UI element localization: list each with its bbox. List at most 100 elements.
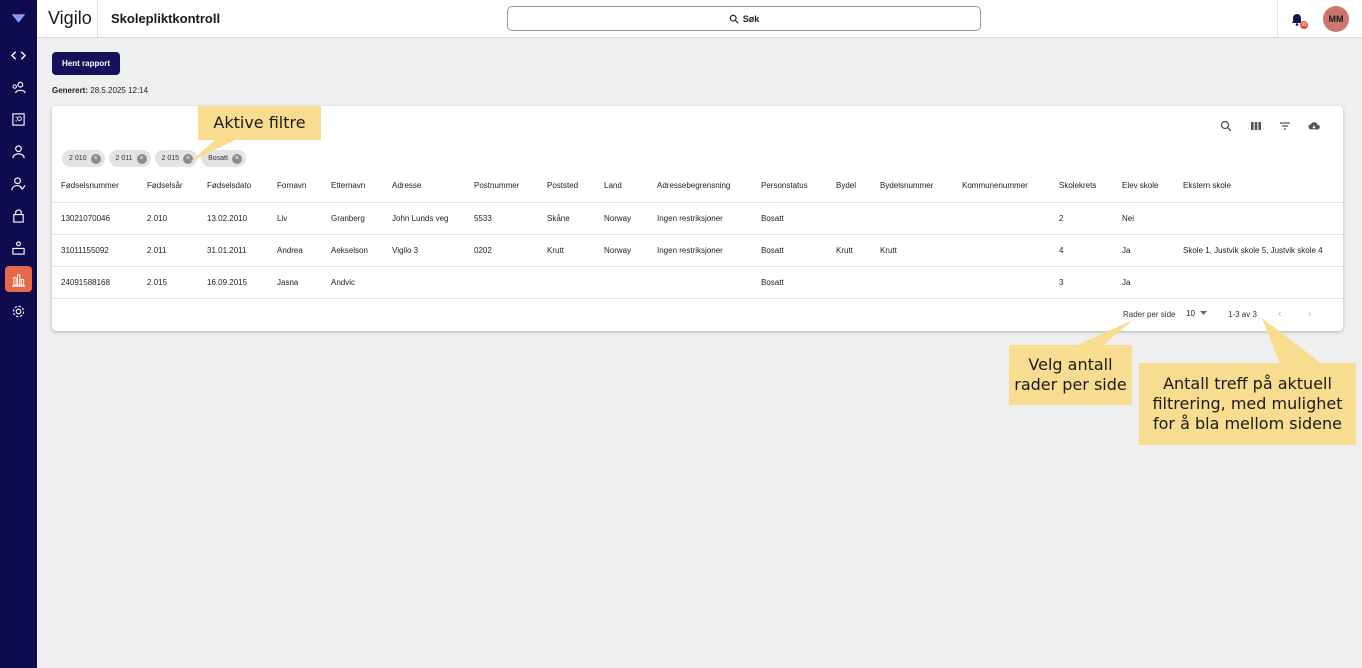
table-cell: Vigilo 3 [392, 233, 474, 266]
table-cell: Krutt [880, 233, 962, 266]
column-header[interactable]: Poststed [547, 170, 604, 202]
column-header[interactable]: Personstatus [761, 170, 836, 202]
table-cell: 2 015 [147, 265, 207, 299]
next-page-icon[interactable]: › [1308, 308, 1312, 320]
search-label: Søk [742, 13, 760, 24]
sidebar-item-users[interactable] [5, 74, 32, 100]
column-header[interactable]: Bydelsnummer [880, 170, 962, 202]
rows-per-page-label: Rader per side [1123, 310, 1176, 319]
view-columns-icon [1251, 122, 1261, 130]
table-cell [657, 265, 761, 299]
column-header[interactable]: Fødselsnummer [52, 170, 147, 202]
bar-chart-icon [11, 273, 26, 287]
table-row[interactable]: 31011155092 2 011 31.01.2011 Andrea Aeks… [52, 233, 1343, 266]
search-button[interactable]: Søk [507, 6, 981, 31]
callout-rows-per-page: Velg antall rader per side [1009, 345, 1132, 405]
chip-remove-icon[interactable]: × [90, 153, 101, 164]
table-cell [392, 265, 474, 299]
filter-chip[interactable]: Bosatt × [201, 150, 246, 167]
sidebar-item-lock[interactable] [5, 202, 32, 228]
table-cell: Krutt [547, 233, 604, 266]
table-cell: Andvic [331, 265, 392, 299]
filter-button[interactable] [1278, 119, 1292, 133]
sidebar-item-settings[interactable] [5, 298, 32, 324]
filter-chip[interactable]: 2 011 × [108, 150, 151, 167]
column-header[interactable]: Postnummer [474, 170, 547, 202]
sidebar-item-attendance[interactable] [5, 106, 32, 132]
column-header[interactable]: Skolekrets [1059, 170, 1122, 202]
table-cell [962, 201, 1059, 234]
gear-icon [12, 305, 25, 317]
column-header[interactable]: Bydel [836, 170, 880, 202]
generated-label: Generert: [52, 86, 89, 95]
caret-down-icon [1199, 311, 1207, 315]
table-cell [880, 201, 962, 234]
table-cell: 31011155092 [52, 233, 147, 266]
filter-chip[interactable]: 2 010 × [62, 150, 105, 167]
sidebar-item-podium[interactable] [5, 234, 32, 260]
table-cell: Bosatt [761, 265, 836, 299]
filter-chip[interactable]: 2 015 × [154, 150, 198, 167]
table-cell: Nei [1122, 201, 1183, 234]
chip-remove-icon[interactable]: × [136, 153, 147, 164]
users-icon [12, 81, 26, 93]
sidebar-item-code[interactable] [5, 42, 32, 68]
table-cell [1183, 265, 1343, 299]
filter-chip-label: 2 011 [115, 155, 133, 162]
download-button[interactable] [1307, 119, 1321, 133]
table-row[interactable]: 24091588168 2 015 16.09.2015 Jasna Andvi… [52, 265, 1343, 299]
generated-value: 28.5.2025 12:14 [90, 86, 149, 95]
column-header[interactable]: Adressebegrensning [657, 170, 761, 202]
table-search-button[interactable] [1219, 119, 1233, 133]
table-cell: 16.09.2015 [207, 265, 277, 299]
filter-list-icon [1280, 122, 1290, 130]
brand-name[interactable]: Vigilo [48, 8, 92, 29]
generated-timestamp: Generert: 28.5.2025 12:14 [52, 86, 148, 95]
callout-active-filters: Aktive filtre [198, 106, 321, 140]
callout-hit-count: Antall treff på aktuell filtrering, med … [1139, 363, 1356, 445]
sidebar-item-reports[interactable] [5, 266, 32, 292]
rows-per-page-value: 10 [1186, 309, 1195, 318]
table-cell: Bosatt [761, 233, 836, 266]
chip-remove-icon[interactable]: × [183, 153, 194, 164]
chip-remove-icon[interactable]: × [231, 153, 242, 164]
search-icon [1220, 120, 1232, 132]
avatar[interactable]: MM [1323, 6, 1349, 32]
table-cell: 5533 [474, 201, 547, 234]
table-row[interactable]: 13021070046 2 010 13.02.2010 Liv Granber… [52, 201, 1343, 234]
column-header[interactable]: Ekstern skole [1183, 170, 1343, 202]
page-title: Skolepliktkontroll [111, 11, 221, 26]
sidebar-item-person-check[interactable] [5, 170, 32, 196]
column-header[interactable]: Fornavn [277, 170, 331, 202]
table-header-row: Fødselsnummer Fødselsår Fødselsdato Forn… [52, 170, 1343, 202]
column-header[interactable]: Adresse [392, 170, 474, 202]
table-cell: Aekselson [331, 233, 392, 266]
columns-button[interactable] [1249, 119, 1263, 133]
sidebar-item-person[interactable] [5, 138, 32, 164]
column-header[interactable]: Fødselsdato [207, 170, 277, 202]
table-cell: 0202 [474, 233, 547, 266]
table-cell [1183, 201, 1343, 234]
table-cell [836, 201, 880, 234]
table-cell: Ingen restriksjoner [657, 201, 761, 234]
column-header[interactable]: Elev skole [1122, 170, 1183, 202]
divider [1277, 0, 1278, 38]
callout-pointers [190, 140, 1322, 364]
person-icon [12, 144, 25, 158]
column-header[interactable]: Etternavn [331, 170, 392, 202]
column-header[interactable]: Fødselsår [147, 170, 207, 202]
table-cell: Skole 1, Justvik skole 5, Justvik skole … [1183, 233, 1343, 266]
vigilo-logo-icon[interactable] [10, 10, 27, 27]
table-cell: Ingen restriksjoner [657, 233, 761, 266]
previous-page-icon[interactable]: ‹ [1278, 308, 1282, 320]
rows-per-page-select[interactable]: 10 [1186, 309, 1207, 318]
table-cell: Ja [1122, 265, 1183, 299]
table-cell: 2 [1059, 201, 1122, 234]
table-cell [962, 233, 1059, 266]
column-header[interactable]: Land [604, 170, 657, 202]
fetch-report-button[interactable]: Hent rapport [52, 52, 120, 75]
table-cell: 3 [1059, 265, 1122, 299]
column-header[interactable]: Kommunenummer [962, 170, 1059, 202]
attendance-icon [12, 112, 25, 126]
sidebar [0, 0, 37, 668]
